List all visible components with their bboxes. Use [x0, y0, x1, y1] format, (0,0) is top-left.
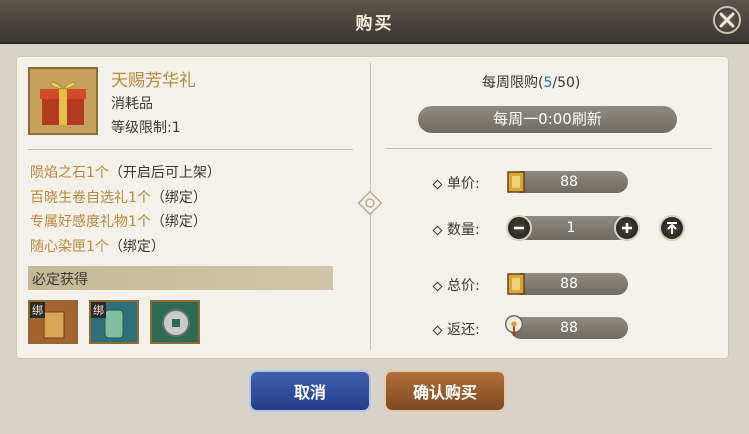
- gold-ticket-icon: [507, 171, 525, 193]
- knot-ornament-icon: [357, 190, 383, 216]
- max-icon: [667, 222, 677, 234]
- close-icon: [719, 12, 735, 28]
- window-title: 购买: [355, 14, 394, 34]
- decrease-button[interactable]: [506, 215, 532, 241]
- reward-line: 随心染匣1个（绑定）: [30, 236, 165, 256]
- refresh-info: 每周一0:00刷新: [418, 106, 677, 133]
- rebate-label: 返还:: [432, 319, 480, 339]
- item-level: 等级限制:1: [111, 117, 181, 137]
- divider: [386, 148, 712, 149]
- title-bar: 购买: [0, 0, 749, 44]
- quantity-label: 数量:: [432, 219, 480, 239]
- reward-name: 百晓生卷自选礼1个: [30, 190, 151, 206]
- reward-slot-coin[interactable]: [150, 300, 200, 344]
- bullet-icon: [432, 225, 443, 235]
- bound-tag: 绑: [30, 302, 45, 318]
- bullet-icon: [432, 179, 443, 189]
- reward-line: 专属好感度礼物1个（绑定）: [30, 211, 207, 231]
- bullet-icon: [432, 325, 443, 335]
- total-value: 88: [510, 273, 628, 295]
- reward-name: 随心染匣1个: [30, 239, 109, 255]
- reward-slot-jade[interactable]: 绑: [89, 300, 139, 344]
- confirm-purchase-button[interactable]: 确认购买: [384, 370, 506, 412]
- reward-slot-scroll[interactable]: 绑: [28, 300, 78, 344]
- reward-name: 陨焰之石1个: [30, 165, 109, 181]
- increase-button[interactable]: [614, 215, 640, 241]
- weekly-limit-label: 每周限购: [482, 75, 538, 91]
- coin-icon: [162, 309, 190, 337]
- rebate-value: 88: [510, 317, 628, 339]
- total-label: 总价:: [432, 275, 480, 295]
- reward-note: （绑定）: [150, 214, 207, 230]
- reward-line: 陨焰之石1个（开启后可上架）: [30, 162, 221, 182]
- item-level-label: 等级限制:: [111, 120, 172, 136]
- plus-icon: [622, 223, 632, 233]
- reward-line: 百晓生卷自选礼1个（绑定）: [30, 187, 207, 207]
- cancel-button[interactable]: 取消: [249, 370, 371, 412]
- unit-price-label: 单价:: [432, 173, 480, 193]
- gold-ticket-icon: [507, 273, 525, 295]
- unit-price-value: 88: [510, 171, 628, 193]
- max-quantity-button[interactable]: [659, 215, 685, 241]
- reward-name: 专属好感度礼物1个: [30, 214, 151, 230]
- must-get-label: 必定获得: [32, 272, 88, 288]
- item-level-value: 1: [171, 120, 181, 136]
- weekly-limit: 每周限购(5/50): [482, 72, 580, 92]
- bound-tag: 绑: [91, 302, 106, 318]
- bullet-icon: [432, 281, 443, 291]
- reward-note: （开启后可上架）: [108, 165, 221, 181]
- reward-note: （绑定）: [108, 239, 165, 255]
- gift-box-icon: [28, 67, 98, 135]
- divider: [28, 149, 353, 150]
- item-type: 消耗品: [111, 96, 153, 112]
- minus-icon: [514, 226, 524, 230]
- must-get-header: 必定获得: [28, 266, 333, 290]
- fan-token-icon: [505, 315, 523, 337]
- close-button[interactable]: [713, 6, 741, 34]
- weekly-limit-max: /50): [552, 75, 581, 91]
- reward-note: （绑定）: [150, 190, 207, 206]
- item-name: 天赐芳华礼: [111, 71, 196, 91]
